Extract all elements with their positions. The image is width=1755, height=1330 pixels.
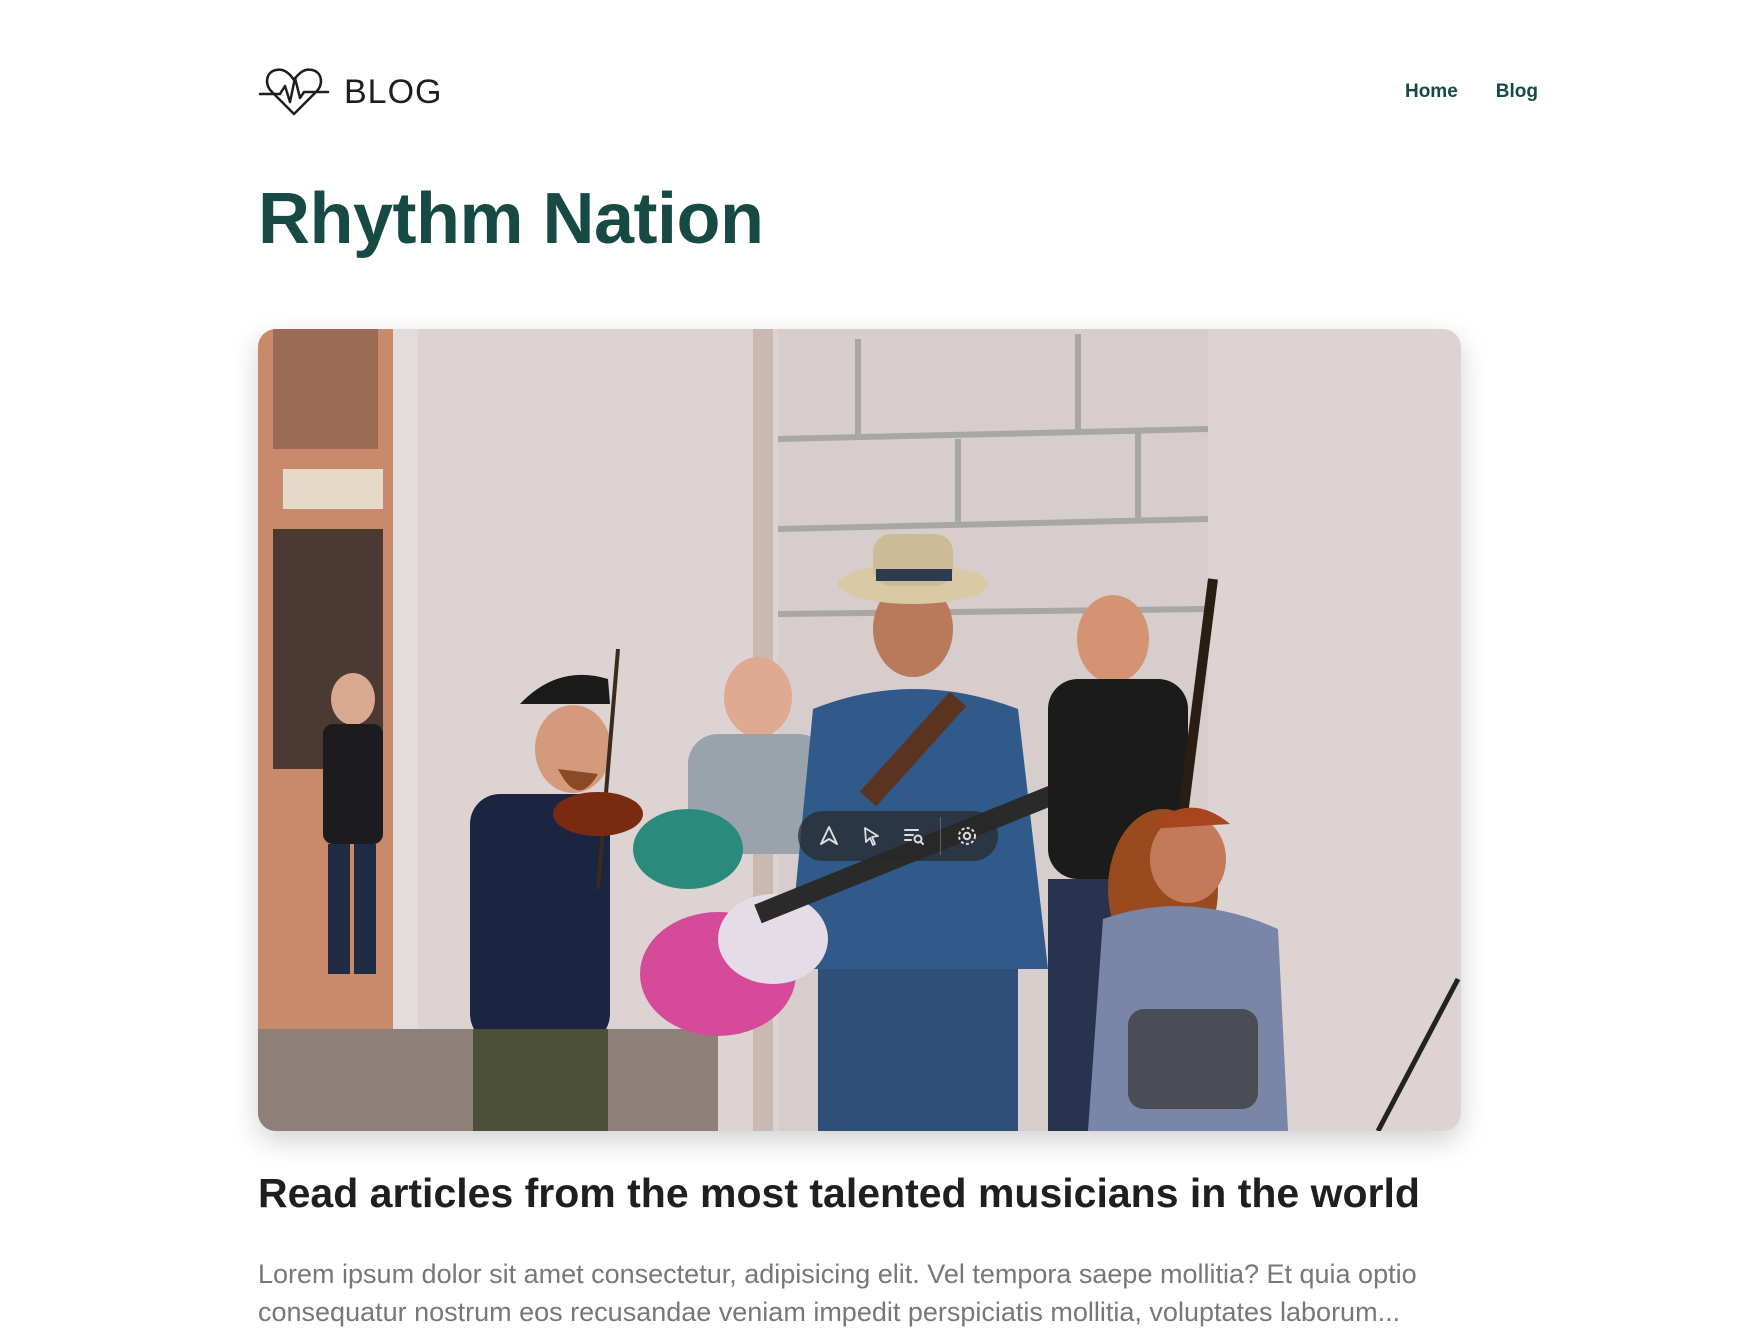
heartbeat-icon xyxy=(258,68,330,116)
text-search-icon[interactable] xyxy=(897,819,931,853)
musicians-photo xyxy=(258,329,1461,1131)
site-header: BLOG Home Blog xyxy=(258,60,1538,124)
nav-blog-link[interactable]: Blog xyxy=(1496,81,1538,103)
ai-assistant-icon[interactable] xyxy=(812,819,846,853)
main-nav: Home Blog xyxy=(1405,60,1538,124)
hero-image xyxy=(258,329,1461,1131)
page-title: Rhythm Nation xyxy=(258,179,764,259)
article-headline[interactable]: Read articles from the most talented mus… xyxy=(258,1170,1420,1217)
logo-text: BLOG xyxy=(344,72,443,111)
cursor-select-icon[interactable] xyxy=(855,819,889,853)
nav-home-link[interactable]: Home xyxy=(1405,81,1458,103)
logo[interactable]: BLOG xyxy=(258,60,442,124)
article-excerpt: Lorem ipsum dolor sit amet consectetur, … xyxy=(258,1259,1417,1327)
settings-icon[interactable] xyxy=(950,819,984,853)
image-toolbar xyxy=(798,811,998,861)
toolbar-divider xyxy=(940,817,942,855)
